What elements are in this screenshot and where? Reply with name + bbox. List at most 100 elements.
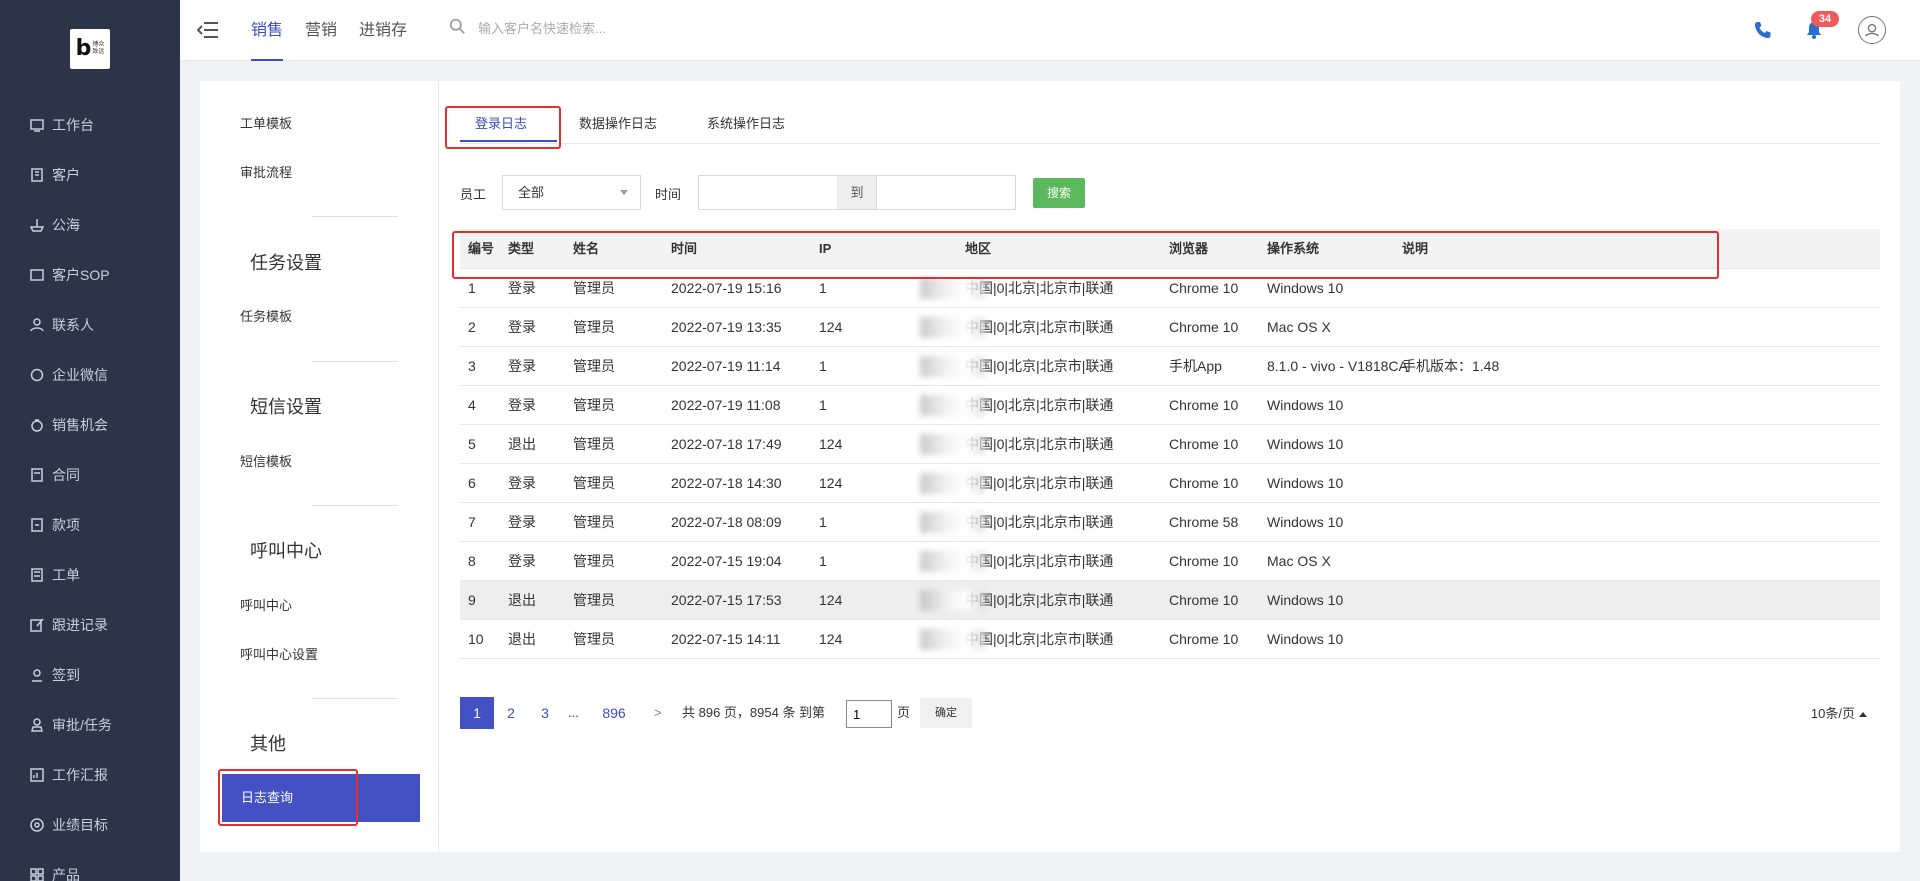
sidebar-item-15[interactable]: 产品 [0,850,180,881]
col-time-cell: 2022-07-19 11:08 [671,397,781,413]
sidebar-item-2[interactable]: 公海 [0,200,180,250]
top-module-tabs: 销售 营销 进销存 [251,0,429,61]
sidebar-item-7[interactable]: 合同 [0,450,180,500]
subnav-sms-template[interactable]: 短信模板 [240,451,292,470]
subnav-section-sms: 短信设置 [250,397,322,417]
col-region-cell: 中国|0|北京|北京市|联通 [965,514,1114,530]
col-name-cell: 管理员 [573,280,615,296]
user-avatar[interactable] [1858,16,1886,44]
contact-icon [28,316,46,334]
sidebar-item-0[interactable]: 工作台 [0,100,180,150]
table-row[interactable]: 8 登录 管理员 2022-07-15 19:04 1 中国|0|北京|北京市|联通 Chr… [460,542,1880,581]
start-time-input[interactable] [698,175,838,210]
sidebar-item-5[interactable]: 企业微信 [0,350,180,400]
sidebar-item-label: 公海 [52,217,80,233]
sidebar-item-label: 销售机会 [52,417,108,433]
subnav-call-center-settings[interactable]: 呼叫中心设置 [240,644,318,663]
sidebar-item-13[interactable]: 工作汇报 [0,750,180,800]
sidebar-item-4[interactable]: 联系人 [0,300,180,350]
ip-redaction-blur [920,278,985,299]
col-type-cell: 登录 [508,358,536,374]
sidebar-item-9[interactable]: 工单 [0,550,180,600]
goto-confirm-button[interactable]: 确定 [920,698,972,728]
col-ip-cell: 1 [819,280,827,296]
target-icon [28,816,46,834]
sidebar-item-14[interactable]: 业绩目标 [0,800,180,850]
menu-collapse-icon[interactable] [196,21,219,39]
customer-search-input[interactable] [478,20,778,36]
page-3-button[interactable]: 3 [528,697,562,729]
search-button[interactable]: 搜索 [1033,178,1085,208]
col-type-cell: 退出 [508,631,536,647]
ip-redaction-blur [920,512,985,533]
end-time-input[interactable] [876,175,1016,210]
col-type-cell: 登录 [508,280,536,296]
tab-login-log[interactable]: 登录日志 [475,113,527,132]
tab-system-operation-log[interactable]: 系统操作日志 [707,113,785,132]
subnav-call-center[interactable]: 呼叫中心 [240,595,292,614]
ip-redaction-blur [920,590,985,611]
table-row[interactable]: 9 退出 管理员 2022-07-15 17:53 124 中国|0|北京|北京市|联通 C… [460,581,1880,620]
page-size-value: 10条/页 [1810,706,1855,721]
table-row[interactable]: 2 登录 管理员 2022-07-19 13:35 124 中国|0|北京|北京市|联通 C… [460,308,1880,347]
subnav-ticket-template[interactable]: 工单模板 [240,113,292,132]
ip-redaction-blur [920,551,985,572]
next-page-icon[interactable]: > [654,697,662,729]
company-logo[interactable]: b 博众 致远 [70,29,110,69]
table-row[interactable]: 1 登录 管理员 2022-07-19 15:16 1 中国|0|北京|北京市|联通 Chr… [460,269,1880,308]
col-browser-cell: Chrome 10 [1169,280,1239,296]
pagination-summary: 共 896 页，8954 条 到第 [682,705,826,720]
col-id-cell: 10 [468,631,484,647]
sidebar-item-11[interactable]: 签到 [0,650,180,700]
sidebar-item-1[interactable]: 客户 [0,150,180,200]
col-ip-cell: 124 [819,592,843,608]
sidebar-item-10[interactable]: 跟进记录 [0,600,180,650]
col-name-cell: 管理员 [573,592,615,608]
col-type-cell: 登录 [508,553,536,569]
login-log-table: 编号 类型 姓名 时间 IP 地区 浏览器 操作系统 说明 1 登录 管理员 2022-07-19 1… [460,229,1880,659]
employee-select[interactable]: 全部 [502,175,641,210]
sidebar-item-8[interactable]: 款项 [0,500,180,550]
ip-redaction-blur [920,356,985,377]
col-name-cell: 管理员 [573,397,615,413]
subnav-section-other: 其他 [250,734,286,754]
col-ip-cell: 1 [819,553,827,569]
ip-redaction-blur [920,629,985,650]
subnav-task-template[interactable]: 任务模板 [240,306,292,325]
tab-marketing[interactable]: 营销 [305,0,337,61]
ip-redaction-blur [920,395,985,416]
sidebar-nav: 工作台 客户公海客户SOP 联系人 企业微信销售机会合同 款项 工单跟进记录签到 审批/任务… [0,100,180,881]
table-row[interactable]: 3 登录 管理员 2022-07-19 11:14 1 中国|0|北京|北京市|联通 手机A… [460,347,1880,386]
sidebar-item-label: 业绩目标 [52,817,108,833]
page-1-button[interactable]: 1 [460,697,494,729]
col-time-cell: 2022-07-15 14:11 [671,631,781,647]
table-row[interactable]: 4 登录 管理员 2022-07-19 11:08 1 中国|0|北京|北京市|联通 Chr… [460,386,1880,425]
logo-name-line1: 博众 [92,42,105,48]
subnav-log-query[interactable]: 日志查询 [222,774,420,822]
phone-icon[interactable] [1753,20,1773,40]
settings-subnav: 工单模板 审批流程 任务设置 任务模板 短信设置 短信模板 呼叫中心 呼叫中心 … [200,81,439,852]
subnav-divider [312,361,398,362]
sidebar-item-label: 跟进记录 [52,617,108,633]
grid-icon [28,866,46,881]
tab-inventory[interactable]: 进销存 [359,0,407,61]
sidebar-item-12[interactable]: 审批/任务 [0,700,180,750]
sidebar-item-6[interactable]: 销售机会 [0,400,180,450]
table-row[interactable]: 6 登录 管理员 2022-07-18 14:30 124 中国|0|北京|北京市|联通 C… [460,464,1880,503]
col-note-header: 说明 [1402,241,1429,256]
col-region-cell: 中国|0|北京|北京市|联通 [965,280,1114,296]
table-row[interactable]: 7 登录 管理员 2022-07-18 08:09 1 中国|0|北京|北京市|联通 Chr… [460,503,1880,542]
col-region-cell: 中国|0|北京|北京市|联通 [965,319,1114,335]
employee-select-value: 全部 [518,185,545,200]
table-row[interactable]: 5 退出 管理员 2022-07-18 17:49 124 中国|0|北京|北京市|联通 C… [460,425,1880,464]
tab-sales[interactable]: 销售 [251,0,284,61]
table-row[interactable]: 10 退出 管理员 2022-07-15 14:11 124 中国|0|北京|北京市|联通… [460,620,1880,659]
col-type-cell: 登录 [508,397,536,413]
last-page-button[interactable]: 896 [594,697,634,729]
goto-page-input[interactable] [846,700,892,728]
page-2-button[interactable]: 2 [494,697,528,729]
tab-data-operation-log[interactable]: 数据操作日志 [579,113,657,132]
sidebar-item-3[interactable]: 客户SOP [0,250,180,300]
page-size-select[interactable]: 10条/页 [1811,697,1867,731]
subnav-approval-flow[interactable]: 审批流程 [240,162,292,181]
